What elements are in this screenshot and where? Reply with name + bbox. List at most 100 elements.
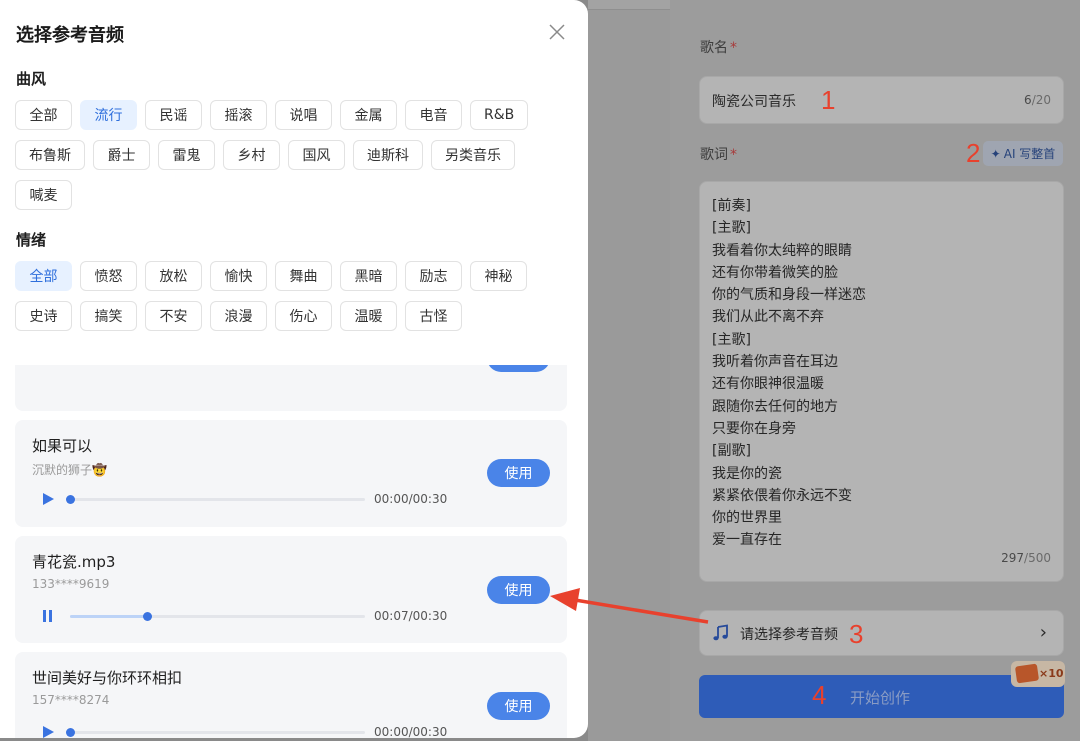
use-button[interactable]: 使用 (487, 692, 550, 720)
mood-section-title: 情绪 (16, 231, 47, 249)
background-panel (588, 0, 670, 741)
use-button[interactable]: 使用 (487, 576, 550, 604)
genre-tag[interactable]: 乡村 (223, 140, 280, 170)
dialog-title: 选择参考音频 (16, 25, 124, 46)
genre-tag[interactable]: R&B (470, 100, 529, 130)
track-list[interactable]: 使用00:00/00:30如果可以沉默的狮子🤠使用00:00/00:30青花瓷.… (15, 365, 567, 738)
lyrics-line: 爱一直存在 (712, 532, 782, 549)
use-button[interactable]: 使用 (487, 459, 550, 487)
mood-tag[interactable]: 温暖 (340, 301, 397, 331)
track-time: 00:00/00:30 (374, 725, 448, 738)
mood-tag[interactable]: 全部 (15, 261, 72, 291)
ticket-badge: ×10 (1011, 661, 1065, 687)
mood-tag[interactable]: 放松 (145, 261, 202, 291)
mood-tag[interactable]: 愤怒 (80, 261, 137, 291)
lyrics-line: 你的气质和身段一样迷恋 (712, 287, 866, 304)
lyrics-line: [前奏] (712, 198, 751, 214)
track-name: 世间美好与你环环相扣 (32, 669, 183, 687)
mood-tag-list: 全部 愤怒 放松 愉快 舞曲 黑暗 励志 神秘史诗 搞笑 不安 浪漫 伤心 温暖 古怪 (15, 261, 555, 331)
track-card: 使用00:00/00:30 (15, 365, 567, 411)
lyrics-line: 还有你眼神很温暖 (712, 376, 824, 393)
genre-tag[interactable]: 民谣 (145, 100, 202, 130)
genre-tag[interactable]: 摇滚 (210, 100, 267, 130)
progress-slider[interactable] (66, 728, 365, 737)
genre-tag[interactable]: 雷鬼 (158, 140, 215, 170)
mood-tag[interactable]: 愉快 (210, 261, 267, 291)
start-create-button[interactable]: 开始创作 (699, 675, 1064, 718)
song-name-label: 歌名 * (700, 40, 737, 56)
lyrics-line: 紧紧依偎着你永远不变 (712, 487, 852, 504)
lyrics-line: 只要你在身旁 (712, 420, 796, 437)
mood-tag[interactable]: 伤心 (275, 301, 332, 331)
reference-audio-dialog: 选择参考音频 曲风 全部 流行 民谣 摇滚 说唱 金属 电音 R&B 布鲁斯 爵士 雷鬼 乡村 国风 迪斯… (0, 0, 588, 738)
genre-tag[interactable]: 金属 (340, 100, 397, 130)
pause-icon[interactable] (41, 609, 55, 623)
mood-tag[interactable]: 搞笑 (80, 301, 137, 331)
progress-knob[interactable] (66, 728, 75, 737)
track-card: 如果可以 沉默的狮子🤠 使用 00:00/00:30 (15, 420, 567, 527)
lyrics-counter: 297/500 (1001, 551, 1051, 565)
mood-tag[interactable]: 不安 (145, 301, 202, 331)
lyrics-line: [主歌] (712, 331, 751, 348)
mood-tag[interactable]: 励志 (405, 261, 462, 291)
lyrics-textarea[interactable]: [前奏] [主歌] 我看着你太纯粹的眼睛 还有你带着微笑的脸你的气质和身段一样迷恋 我们… (699, 181, 1064, 582)
ticket-icon (1014, 663, 1040, 684)
lyrics-text: [前奏] [主歌] 我看着你太纯粹的眼睛 还有你带着微笑的脸你的气质和身段一样迷恋 我们… (712, 195, 866, 552)
annotation-2: 2 (966, 138, 981, 168)
lyrics-line: 我们从此不离不弃 (712, 309, 824, 326)
lyrics-line: 还有你带着微笑的脸 (712, 264, 838, 281)
progress-fill (70, 615, 147, 618)
sparkle-icon: ✦ (990, 146, 1001, 161)
genre-tag[interactable]: 国风 (288, 140, 345, 170)
genre-tag[interactable]: 迪斯科 (353, 140, 423, 170)
annotation-1: 1 (821, 85, 836, 115)
genre-tag[interactable]: 电音 (405, 100, 462, 130)
genre-tag-list: 全部 流行 民谣 摇滚 说唱 金属 电音 R&B 布鲁斯 爵士 雷鬼 乡村 国风 迪斯科 另类音乐喊麦 (15, 100, 555, 210)
lyrics-line: 我是你的瓷 (712, 465, 782, 482)
track-author: 133****9619 (32, 577, 110, 591)
lyrics-line: 我听着你声音在耳边 (712, 354, 838, 371)
song-name-input[interactable]: 陶瓷公司音乐 6/20 (699, 76, 1064, 124)
mood-tag[interactable]: 舞曲 (275, 261, 332, 291)
genre-tag[interactable]: 布鲁斯 (15, 140, 85, 170)
track-time: 00:00/00:30 (374, 492, 448, 506)
mood-tag[interactable]: 神秘 (470, 261, 527, 291)
mood-tag[interactable]: 浪漫 (210, 301, 267, 331)
lyrics-line: 你的世界里 (712, 510, 782, 527)
reference-audio-selector[interactable]: 请选择参考音频 › (699, 610, 1064, 656)
chevron-right-icon: › (1039, 622, 1047, 643)
mood-tag[interactable]: 黑暗 (340, 261, 397, 291)
lyrics-line: [主歌] (712, 220, 751, 237)
genre-tag[interactable]: 流行 (80, 100, 137, 130)
lyrics-line: [副歌] (712, 443, 751, 460)
divider (588, 0, 670, 10)
ai-write-button[interactable]: ✦ AI 写整首 (983, 141, 1063, 166)
play-icon[interactable] (41, 725, 55, 738)
mood-tag[interactable]: 古怪 (405, 301, 462, 331)
progress-knob[interactable] (142, 612, 152, 621)
use-button[interactable]: 使用 (487, 365, 550, 372)
music-note-icon (713, 624, 728, 641)
lyrics-line: 跟随你去任何的地方 (712, 398, 838, 415)
close-icon[interactable] (547, 22, 567, 42)
lyrics-label: 歌词 * (700, 147, 737, 163)
genre-tag[interactable]: 全部 (15, 100, 72, 130)
genre-section-title: 曲风 (16, 70, 47, 88)
genre-tag[interactable]: 爵士 (93, 140, 150, 170)
song-name-value: 陶瓷公司音乐 (712, 94, 796, 110)
genre-tag[interactable]: 另类音乐 (431, 140, 515, 170)
track-card: 青花瓷.mp3 133****9619 使用 00:07/00:30 (15, 536, 567, 643)
reference-audio-label: 请选择参考音频 (740, 627, 838, 643)
track-author: 157****8274 (32, 693, 110, 707)
track-card: 世间美好与你环环相扣 157****8274 使用 00:00/00:30 (15, 652, 567, 738)
genre-tag[interactable]: 说唱 (275, 100, 332, 130)
mood-tag[interactable]: 史诗 (15, 301, 72, 331)
lyrics-line: 我看着你太纯粹的眼睛 (712, 242, 852, 259)
track-author: 沉默的狮子🤠 (32, 463, 107, 477)
play-icon[interactable] (41, 492, 55, 506)
progress-knob[interactable] (66, 495, 75, 504)
progress-slider[interactable] (70, 612, 365, 621)
track-name: 青花瓷.mp3 (32, 553, 116, 571)
progress-slider[interactable] (66, 495, 365, 504)
genre-tag[interactable]: 喊麦 (15, 180, 72, 210)
